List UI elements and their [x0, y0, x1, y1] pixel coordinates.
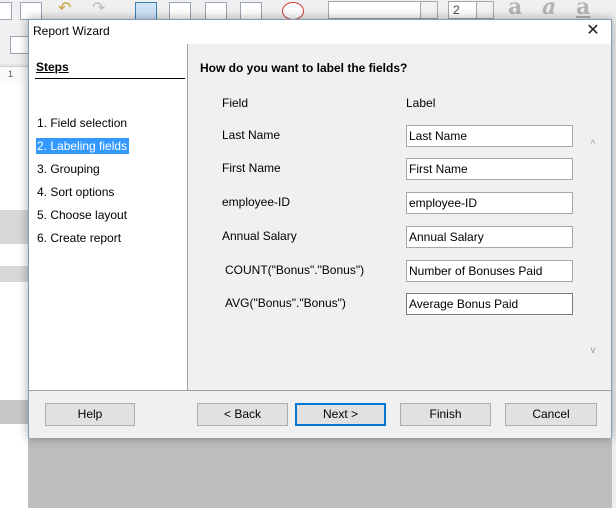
field-name: AVG("Bonus"."Bonus"): [225, 296, 346, 310]
undo-icon[interactable]: ↶: [58, 1, 80, 20]
step-field-selection[interactable]: 1. Field selection: [36, 115, 129, 131]
label-input-annual-salary[interactable]: [406, 226, 573, 248]
field-name: First Name: [222, 161, 281, 175]
section-band: [0, 400, 28, 424]
document-page: [0, 83, 28, 508]
label-input-first-name[interactable]: [406, 158, 573, 180]
field-name: Last Name: [222, 128, 281, 142]
field-column-header: Field: [222, 96, 249, 110]
finish-button[interactable]: Finish: [400, 403, 491, 426]
step-choose-layout[interactable]: 5. Choose layout: [36, 207, 129, 223]
paste-icon[interactable]: [0, 2, 12, 20]
labeling-panel: How do you want to label the fields? Fie…: [188, 44, 611, 390]
edit-document-icon[interactable]: [169, 2, 191, 20]
field-name: COUNT("Bonus"."Bonus"): [225, 263, 365, 277]
font-name-combo[interactable]: [328, 1, 438, 19]
steps-divider: [35, 78, 185, 79]
steps-panel: Steps 1. Field selection 2. Labeling fie…: [29, 44, 188, 390]
field-name: employee-ID: [222, 195, 291, 209]
close-icon[interactable]: ✕: [581, 20, 605, 42]
help-lifebuoy-icon[interactable]: [282, 2, 304, 20]
table-view-icon[interactable]: [135, 2, 157, 20]
label-input-bonus-count[interactable]: [406, 260, 573, 282]
label-column-header: Label: [406, 96, 436, 110]
cancel-button[interactable]: Cancel: [505, 403, 597, 426]
next-button[interactable]: Next >: [295, 403, 386, 426]
steps-title: Steps: [36, 60, 69, 74]
font-size-value: 2: [453, 3, 460, 17]
ruler-mark: 1: [8, 69, 14, 79]
back-button[interactable]: < Back: [197, 403, 288, 426]
section-band: [0, 210, 28, 244]
insert-icon[interactable]: [240, 2, 262, 20]
step-create-report[interactable]: 6. Create report: [36, 230, 123, 246]
dialog-title: Report Wizard: [33, 24, 110, 38]
section-band: [0, 266, 28, 282]
help-button[interactable]: Help: [45, 403, 135, 426]
step-sort-options[interactable]: 4. Sort options: [36, 184, 116, 200]
label-input-employee-id[interactable]: [406, 192, 573, 214]
step-labeling-fields[interactable]: 2. Labeling fields: [36, 138, 130, 154]
underline-icon[interactable]: a: [576, 0, 590, 20]
page-question: How do you want to label the fields?: [200, 61, 408, 75]
step-grouping[interactable]: 3. Grouping: [36, 161, 102, 177]
field-name: Annual Salary: [222, 229, 297, 243]
italic-icon[interactable]: a: [542, 0, 556, 20]
background-right-edge: [612, 24, 616, 508]
clipboard-icon[interactable]: [20, 2, 42, 20]
label-input-last-name[interactable]: [406, 125, 573, 147]
report-wizard-dialog: Report Wizard ✕ Steps 1. Field selection…: [28, 19, 612, 438]
button-bar: Help < Back Next > Finish Cancel: [29, 390, 611, 438]
scroll-down-icon[interactable]: v: [586, 344, 600, 358]
font-size-combo[interactable]: 2: [448, 1, 494, 19]
redo-icon[interactable]: ↷: [92, 1, 114, 20]
label-input-bonus-average[interactable]: [406, 293, 573, 315]
scroll-up-icon[interactable]: ^: [586, 138, 600, 152]
title-bar: Report Wizard ✕: [29, 20, 611, 44]
list-icon[interactable]: [205, 2, 227, 20]
bold-icon[interactable]: a: [508, 0, 522, 20]
